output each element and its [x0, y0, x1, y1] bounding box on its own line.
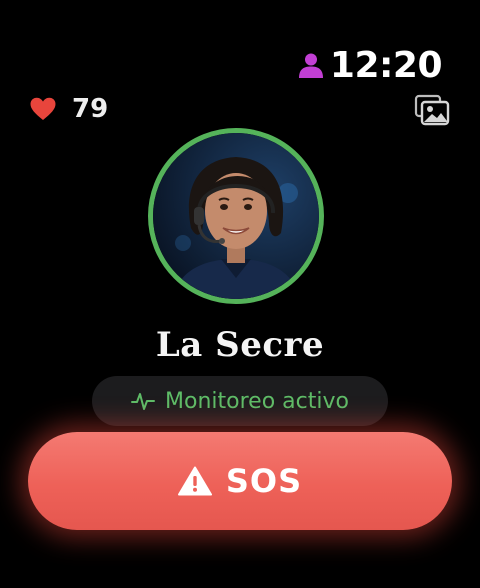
- monitoring-status-label: Monitoreo activo: [165, 388, 349, 414]
- person-icon: [298, 53, 323, 78]
- heart-rate-value: 79: [72, 94, 109, 124]
- status-bar: 12:20: [298, 42, 443, 88]
- clock-time: 12:20: [329, 44, 443, 86]
- photo-gallery-icon[interactable]: [414, 94, 450, 126]
- monitoring-status-badge: Monitoreo activo: [92, 376, 388, 426]
- contact-avatar[interactable]: [148, 128, 324, 304]
- agent-avatar: [153, 133, 319, 299]
- contact-name: La Secre: [155, 325, 325, 365]
- heart-icon: [30, 97, 56, 120]
- warning-icon: [177, 466, 212, 496]
- sos-button[interactable]: SOS: [28, 432, 452, 530]
- pulse-icon: [131, 393, 156, 410]
- sos-label: SOS: [225, 462, 303, 500]
- heart-rate: 79: [30, 90, 108, 128]
